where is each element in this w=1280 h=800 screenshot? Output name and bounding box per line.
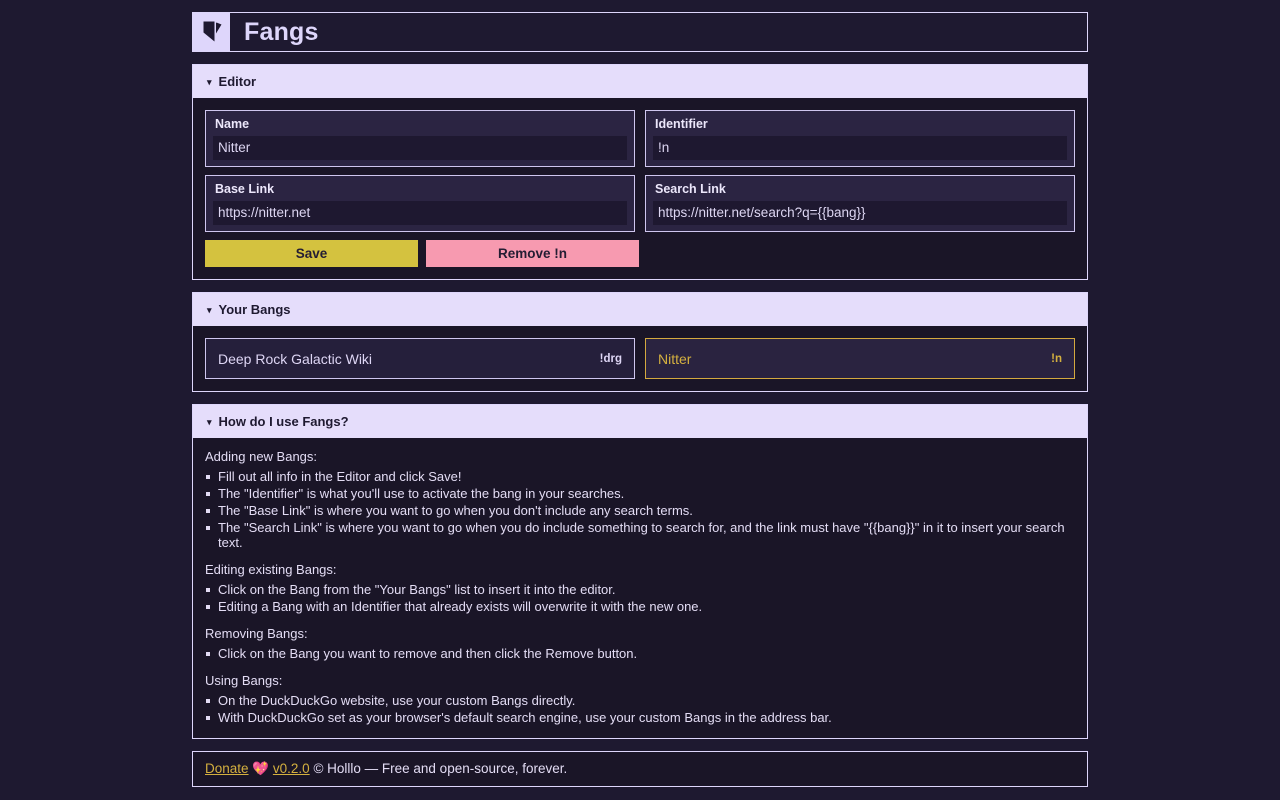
help-heading: Removing Bangs: xyxy=(205,626,308,641)
chevron-down-icon: ▾ xyxy=(207,77,212,87)
help-heading: Using Bangs: xyxy=(205,673,283,688)
bang-name: Deep Rock Galactic Wiki xyxy=(218,350,373,367)
name-input[interactable] xyxy=(213,136,627,160)
help-list-item: The "Search Link" is where you want to g… xyxy=(205,518,1075,550)
identifier-input[interactable] xyxy=(653,136,1067,160)
search-link-input[interactable] xyxy=(653,201,1067,225)
help-heading: Adding new Bangs: xyxy=(205,449,318,464)
help-list: Click on the Bang from the "Your Bangs" … xyxy=(205,580,1075,614)
help-list-item: Click on the Bang from the "Your Bangs" … xyxy=(205,580,1075,597)
help-list-item: With DuckDuckGo set as your browser's de… xyxy=(205,708,1075,725)
app-titlebar: Fangs xyxy=(192,12,1088,52)
help-list: Fill out all info in the Editor and clic… xyxy=(205,467,1075,550)
help-list: On the DuckDuckGo website, use your cust… xyxy=(205,691,1075,725)
identifier-field-label: Identifier xyxy=(655,117,708,131)
bang-identifier: !drg xyxy=(599,352,622,365)
help-list-item: Click on the Bang you want to remove and… xyxy=(205,644,1075,661)
editor-section-body: Name Identifier Base Link Search Link xyxy=(193,98,1087,279)
help-list: Click on the Bang you want to remove and… xyxy=(205,644,1075,661)
editor-section-header[interactable]: ▾ Editor xyxy=(193,65,1087,98)
base-link-field-label: Base Link xyxy=(215,182,275,196)
footer: Donate 💖 v0.2.0 © Holllo — Free and open… xyxy=(192,751,1088,787)
base-link-input[interactable] xyxy=(213,201,627,225)
help-section-header[interactable]: ▾ How do I use Fangs? xyxy=(193,405,1087,438)
save-button[interactable]: Save xyxy=(205,240,418,267)
footer-text: © Holllo — Free and open-source, forever… xyxy=(313,761,568,776)
base-link-field: Base Link xyxy=(205,175,635,232)
donate-link[interactable]: Donate xyxy=(205,761,249,776)
chevron-down-icon: ▾ xyxy=(207,417,212,427)
page-title: Fangs xyxy=(244,17,319,46)
help-list-item: On the DuckDuckGo website, use your cust… xyxy=(205,691,1075,708)
search-link-field-label: Search Link xyxy=(655,182,726,196)
fang-logo-icon xyxy=(193,13,230,51)
chevron-down-icon: ▾ xyxy=(207,305,212,315)
help-heading: Editing existing Bangs: xyxy=(205,562,337,577)
help-section: ▾ How do I use Fangs? Adding new Bangs: … xyxy=(192,404,1088,739)
editor-section-title: Editor xyxy=(218,74,257,89)
editor-section: ▾ Editor Name Identifier Base Link xyxy=(192,64,1088,280)
help-group-adding: Adding new Bangs: Fill out all info in t… xyxy=(205,449,1075,550)
bang-name: Nitter xyxy=(658,350,692,367)
name-field-label: Name xyxy=(215,117,250,131)
version-link[interactable]: v0.2.0 xyxy=(273,761,310,776)
list-item[interactable]: Deep Rock Galactic Wiki !drg xyxy=(205,338,635,379)
help-list-item: The "Identifier" is what you'll use to a… xyxy=(205,484,1075,501)
help-group-removing: Removing Bangs: Click on the Bang you wa… xyxy=(205,626,1075,661)
page-container: Fangs ▾ Editor Name Identifier xyxy=(192,12,1088,800)
editor-button-row: Save Remove !n xyxy=(205,240,1075,267)
heart-icon: 💖 xyxy=(252,761,270,776)
name-field: Name xyxy=(205,110,635,167)
help-list-item: The "Base Link" is where you want to go … xyxy=(205,501,1075,518)
help-list-item: Fill out all info in the Editor and clic… xyxy=(205,467,1075,484)
your-bangs-section-header[interactable]: ▾ Your Bangs xyxy=(193,293,1087,326)
bang-list: Deep Rock Galactic Wiki !drg Nitter !n xyxy=(205,338,1075,379)
help-list-item: Editing a Bang with an Identifier that a… xyxy=(205,597,1075,614)
search-link-field: Search Link xyxy=(645,175,1075,232)
your-bangs-section: ▾ Your Bangs Deep Rock Galactic Wiki !dr… xyxy=(192,292,1088,392)
remove-button[interactable]: Remove !n xyxy=(426,240,639,267)
list-item[interactable]: Nitter !n xyxy=(645,338,1075,379)
bang-identifier: !n xyxy=(1051,352,1062,365)
help-group-using: Using Bangs: On the DuckDuckGo website, … xyxy=(205,673,1075,725)
help-section-title: How do I use Fangs? xyxy=(218,414,349,429)
help-group-editing: Editing existing Bangs: Click on the Ban… xyxy=(205,562,1075,614)
editor-field-grid: Name Identifier Base Link Search Link xyxy=(205,110,1075,232)
your-bangs-section-title: Your Bangs xyxy=(218,302,291,317)
your-bangs-section-body: Deep Rock Galactic Wiki !drg Nitter !n xyxy=(193,326,1087,391)
app-root: Fangs ▾ Editor Name Identifier xyxy=(0,0,1280,800)
help-section-body: Adding new Bangs: Fill out all info in t… xyxy=(193,438,1087,738)
identifier-field: Identifier xyxy=(645,110,1075,167)
